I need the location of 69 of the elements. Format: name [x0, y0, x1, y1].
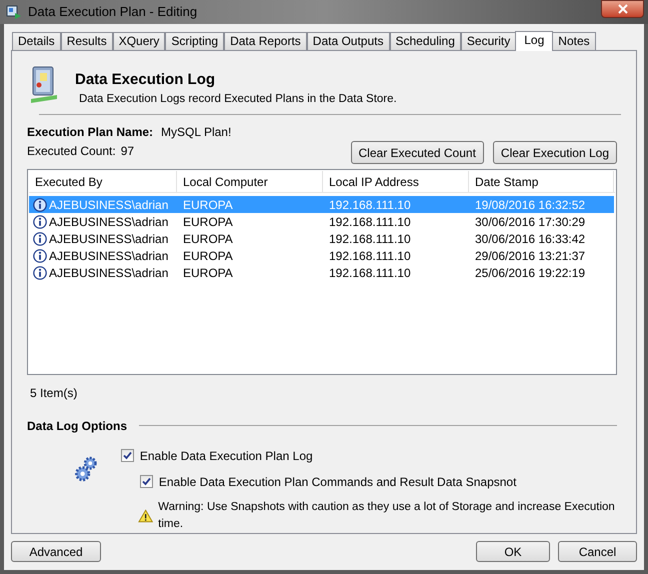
log-row[interactable]: AJEBUSINESS\adrian EUROPA 192.168.111.10 29/06/2016 13:21:37 — [29, 247, 614, 264]
checkbox-label[interactable]: Enable Data Execution Plan Commands and Result Data Snapsnot — [158, 472, 516, 490]
column-header[interactable]: Local IP Address — [323, 171, 469, 192]
tab[interactable]: Results — [60, 32, 113, 50]
gears-icon — [74, 454, 99, 482]
tab[interactable]: Notes — [552, 32, 596, 50]
tab[interactable]: XQuery — [112, 32, 166, 50]
table-cell-text: EUROPA — [183, 196, 233, 214]
close-button[interactable] — [601, 0, 644, 18]
table-cell-text: EUROPA — [183, 214, 233, 231]
table-cell-text: 192.168.111.10 — [329, 264, 411, 282]
warning-text: Warning: Use Snapshots with caution as they use a lot of Storage and increase Execution time. — [158, 500, 616, 532]
info-icon — [33, 266, 47, 280]
tab[interactable]: Security — [460, 32, 516, 50]
info-icon — [33, 198, 47, 212]
action-button[interactable]: Clear Executed Count — [350, 141, 484, 164]
section-description: Data Execution Logs record Executed Plans in the Data Store. — [79, 92, 397, 107]
info-icon — [33, 232, 47, 246]
table-cell-text: EUROPA — [183, 248, 233, 265]
checkbox[interactable] — [140, 475, 153, 488]
table-cell-text: 30/06/2016 16:33:42 — [475, 230, 586, 248]
info-icon — [33, 214, 47, 229]
table-cell-text: 29/06/2016 13:21:37 — [475, 248, 586, 265]
tab[interactable]: Details — [12, 32, 61, 50]
window-title: Data Execution Plan - Editing — [28, 3, 198, 22]
table-cell-text: 192.168.111.10 — [329, 248, 411, 265]
field-label: Executed Count: — [27, 143, 116, 160]
advanced-button[interactable]: Advanced — [11, 541, 101, 562]
tab[interactable]: Log — [515, 31, 554, 51]
field-value: 97 — [120, 143, 134, 160]
log-row[interactable]: AJEBUSINESS\adrian EUROPA 192.168.111.10 30/06/2016 17:30:29 — [29, 213, 614, 230]
table-cell-text: 192.168.111.10 — [329, 230, 411, 248]
item-count: 5 Item(s) — [30, 384, 78, 402]
warning-icon — [138, 508, 154, 523]
close-icon — [618, 4, 628, 14]
info-icon — [33, 248, 47, 263]
column-header[interactable]: Executed By — [29, 171, 177, 192]
table-cell-text: 19/08/2016 16:32:52 — [475, 196, 586, 214]
field-value: MySQL Plan! — [161, 124, 232, 142]
action-button[interactable]: Clear Execution Log — [492, 141, 617, 164]
cancel-button[interactable]: Cancel — [558, 541, 637, 562]
table-cell-text: AJEBUSINESS\adrian — [49, 248, 168, 265]
field-label: Execution Plan Name: — [27, 124, 154, 142]
tab[interactable]: Scheduling — [390, 32, 461, 50]
table-cell-text: 192.168.111.10 — [329, 214, 411, 231]
group-title: Data Log Options — [27, 418, 127, 434]
table-cell-text: 25/06/2016 19:22:19 — [475, 264, 586, 282]
section-title: Data Execution Log — [75, 71, 216, 89]
ok-button[interactable]: OK — [476, 541, 550, 562]
table-cell-text: AJEBUSINESS\adrian — [49, 264, 168, 282]
table-cell-text: 192.168.111.10 — [329, 196, 411, 214]
tab[interactable]: Scripting — [165, 32, 224, 50]
column-header[interactable]: Date Stamp — [469, 171, 614, 192]
tab[interactable]: Data Reports — [224, 32, 307, 50]
table-cell-text: 30/06/2016 17:30:29 — [475, 214, 586, 231]
table-cell-text: EUROPA — [183, 264, 233, 282]
log-row[interactable]: AJEBUSINESS\adrian EUROPA 192.168.111.10 25/06/2016 19:22:19 — [29, 264, 614, 282]
checkbox[interactable] — [120, 449, 134, 462]
table-cell-text: AJEBUSINESS\adrian — [49, 230, 168, 248]
table-cell-text: EUROPA — [183, 230, 233, 248]
app-icon — [6, 4, 22, 20]
log-row[interactable]: AJEBUSINESS\adrian EUROPA 192.168.111.10 30/06/2016 16:33:42 — [29, 230, 614, 248]
checkbox-label[interactable]: Enable Data Execution Plan Log — [140, 446, 313, 464]
check-icon — [122, 451, 132, 460]
table-cell-text: AJEBUSINESS\adrian — [49, 214, 168, 231]
check-icon — [142, 477, 151, 486]
tab[interactable]: Data Outputs — [306, 32, 390, 50]
column-header[interactable]: Local Computer — [177, 171, 323, 192]
table-cell-text: AJEBUSINESS\adrian — [49, 196, 168, 214]
